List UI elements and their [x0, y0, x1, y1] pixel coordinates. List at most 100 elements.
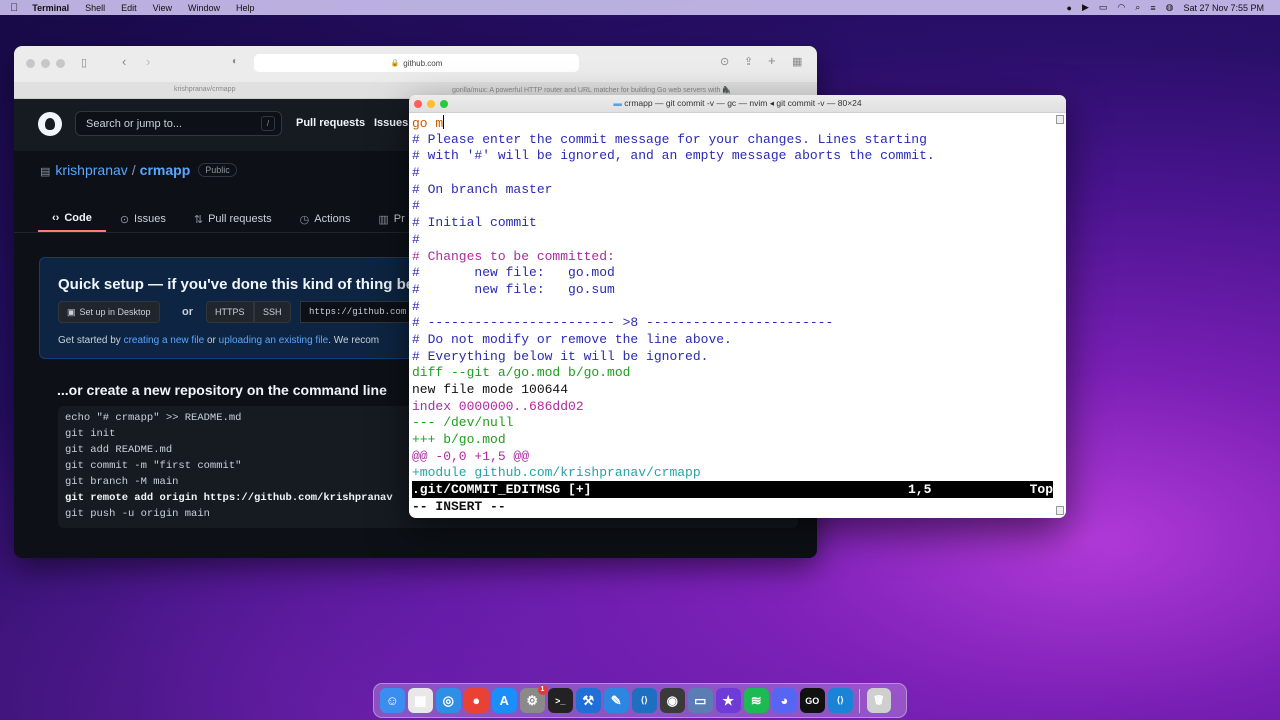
tab-crmapp[interactable]: krishpranav/crmapp	[174, 86, 235, 93]
upload-file-link[interactable]: uploading an existing file	[219, 335, 329, 346]
preview-icon[interactable]: ▭	[688, 688, 713, 713]
terminal-scrollbar[interactable]	[1056, 115, 1064, 515]
search-icon[interactable]: ⌕	[1135, 2, 1140, 13]
control-center-icon[interactable]: ≡	[1150, 3, 1155, 13]
github-logo-icon[interactable]	[38, 112, 62, 136]
setup-desktop-label: Set up in Desktop	[79, 307, 151, 317]
zoom-button[interactable]	[56, 59, 65, 68]
tab-pull-requests[interactable]: ⇅ Pull requests	[180, 206, 286, 232]
repo-name-link[interactable]: crmapp	[140, 162, 191, 178]
dock-glyph: ⟨⟩	[836, 695, 844, 705]
trash-icon[interactable]: 🗑	[866, 688, 891, 713]
siri-icon[interactable]: ◍	[1166, 2, 1174, 13]
play-icon[interactable]: ▶	[1082, 2, 1089, 13]
projects-icon: ▥	[378, 213, 389, 226]
terminal-titlebar[interactable]: ▬ crmapp — git commit -v — gc — nvim ◂ g…	[409, 95, 1066, 113]
terminal-line: +++ b/go.mod	[412, 432, 506, 448]
dock-glyph: GO	[805, 695, 820, 706]
quicktime-icon[interactable]: ◉	[660, 688, 685, 713]
new-tab-icon[interactable]: +	[768, 53, 776, 68]
new-file-link[interactable]: creating a new file	[124, 335, 205, 346]
setup-desktop-button[interactable]: ▣ Set up in Desktop	[58, 301, 160, 323]
lock-icon: 🔒	[390, 60, 400, 67]
menu-help[interactable]: Help	[236, 3, 255, 13]
wifi-icon[interactable]: ◠	[1117, 2, 1125, 13]
safari-icon[interactable]: ◎	[436, 688, 461, 713]
tab-projects-label: Pr	[393, 213, 405, 225]
terminal-line: # ------------------------ >8 ----------…	[412, 315, 834, 331]
folder-icon: ▬	[613, 98, 622, 108]
terminal-line: --- /dev/null	[412, 415, 514, 431]
nav-pull-requests[interactable]: Pull requests	[296, 117, 365, 129]
menu-datetime[interactable]: Sat 27 Nov 7:55 PM	[1183, 3, 1264, 13]
dock-separator	[859, 688, 860, 713]
actions-icon: ◷	[299, 213, 310, 226]
share-icon[interactable]: ⇪	[744, 55, 753, 68]
menu-shell[interactable]: Shell	[85, 3, 105, 13]
code-icon: ‹›	[52, 212, 60, 224]
address-bar[interactable]: 🔒 github.com	[254, 54, 579, 72]
app-store-icon[interactable]: A	[492, 688, 517, 713]
battery-icon[interactable]: ▭	[1099, 2, 1108, 13]
tab-code[interactable]: ‹› Code	[38, 206, 106, 232]
menu-bar:  Terminal Shell Edit View Window Help ●…	[0, 0, 1280, 15]
menu-app-name[interactable]: Terminal	[32, 3, 69, 13]
spotify-icon[interactable]: ≋	[744, 688, 769, 713]
vim-statusline: .git/COMMIT_EDITMSG [+] 1,5 Top	[412, 481, 1053, 498]
tab-actions[interactable]: ◷ Actions	[286, 206, 365, 232]
imovie-icon[interactable]: ★	[716, 688, 741, 713]
terminal-line: new file mode 100644	[412, 382, 569, 397]
dock-glyph: ▭	[694, 692, 707, 708]
dock-glyph: A	[499, 693, 509, 708]
repo-owner-link[interactable]: krishpranav	[55, 162, 127, 178]
text-cursor	[443, 115, 445, 129]
apple-menu-icon[interactable]: 	[10, 2, 18, 14]
shield-icon[interactable]: ◐	[232, 56, 238, 67]
ssh-button[interactable]: SSH	[254, 301, 291, 323]
sidebar-icon[interactable]: ▯	[81, 56, 87, 69]
back-icon[interactable]: ‹	[122, 54, 126, 69]
menu-view[interactable]: View	[153, 3, 172, 13]
menu-window[interactable]: Window	[188, 3, 220, 13]
tab-overview-icon[interactable]: ▦	[792, 55, 802, 68]
forward-icon[interactable]: ›	[146, 54, 150, 69]
scroll-down-icon[interactable]	[1056, 506, 1064, 515]
tab-gorilla-mux[interactable]: gorilla/mux: A powerful HTTP router and …	[452, 86, 812, 94]
terminal-content[interactable]: go m # Please enter the commit message f…	[412, 115, 1053, 482]
terminal-line: # new file: go.sum	[412, 281, 615, 297]
launchpad-icon[interactable]: ▦	[408, 688, 433, 713]
xcode-alt-icon[interactable]: ✎	[604, 688, 629, 713]
commit-message-line[interactable]: go m	[412, 115, 1053, 132]
repo-icon: ▤	[40, 166, 51, 178]
terminal-line: # with '#' will be ignored, and an empty…	[412, 148, 935, 164]
status-file: .git/COMMIT_EDITMSG [+]	[412, 482, 592, 497]
record-icon[interactable]: ●	[1067, 3, 1072, 13]
system-preferences-icon[interactable]: ⚙ 1	[520, 685, 548, 713]
finder-icon[interactable]: ☺	[380, 688, 405, 713]
menu-edit[interactable]: Edit	[121, 3, 137, 13]
minimize-button[interactable]	[41, 59, 50, 68]
goland-icon[interactable]: GO	[800, 688, 825, 713]
tab-issues[interactable]: ⊙ Issues	[106, 206, 180, 232]
download-icon[interactable]: ⊙	[720, 55, 729, 68]
terminal-line: # Everything below it will be ignored.	[412, 348, 709, 364]
terminal-lines: # Please enter the commit message for yo…	[412, 132, 1053, 482]
terminal-line: diff --git a/go.mod b/go.mod	[412, 365, 631, 381]
close-button[interactable]	[26, 59, 35, 68]
xcode-icon[interactable]: ⚒	[576, 688, 601, 713]
tab-code-label: Code	[64, 212, 92, 224]
https-button[interactable]: HTTPS	[206, 301, 254, 323]
terminal-icon[interactable]: >_	[548, 688, 573, 713]
tab-pr-label: Pull requests	[208, 213, 272, 225]
visibility-badge: Public	[198, 163, 237, 177]
terminal-line: # Do not modify or remove the line above…	[412, 331, 732, 347]
scroll-up-icon[interactable]	[1056, 115, 1064, 124]
vscode-icon[interactable]: ⟨⟩	[632, 688, 657, 713]
nav-issues[interactable]: Issues	[374, 117, 408, 129]
vscode-insiders-icon[interactable]: ⟨⟩	[828, 688, 853, 713]
chrome-icon[interactable]: ●	[464, 688, 489, 713]
discord-icon[interactable]: ◕	[772, 688, 797, 713]
get-started-prefix: Get started by	[58, 335, 121, 346]
address-text: github.com	[403, 58, 443, 68]
github-search-input[interactable]: Search or jump to... /	[75, 111, 282, 136]
